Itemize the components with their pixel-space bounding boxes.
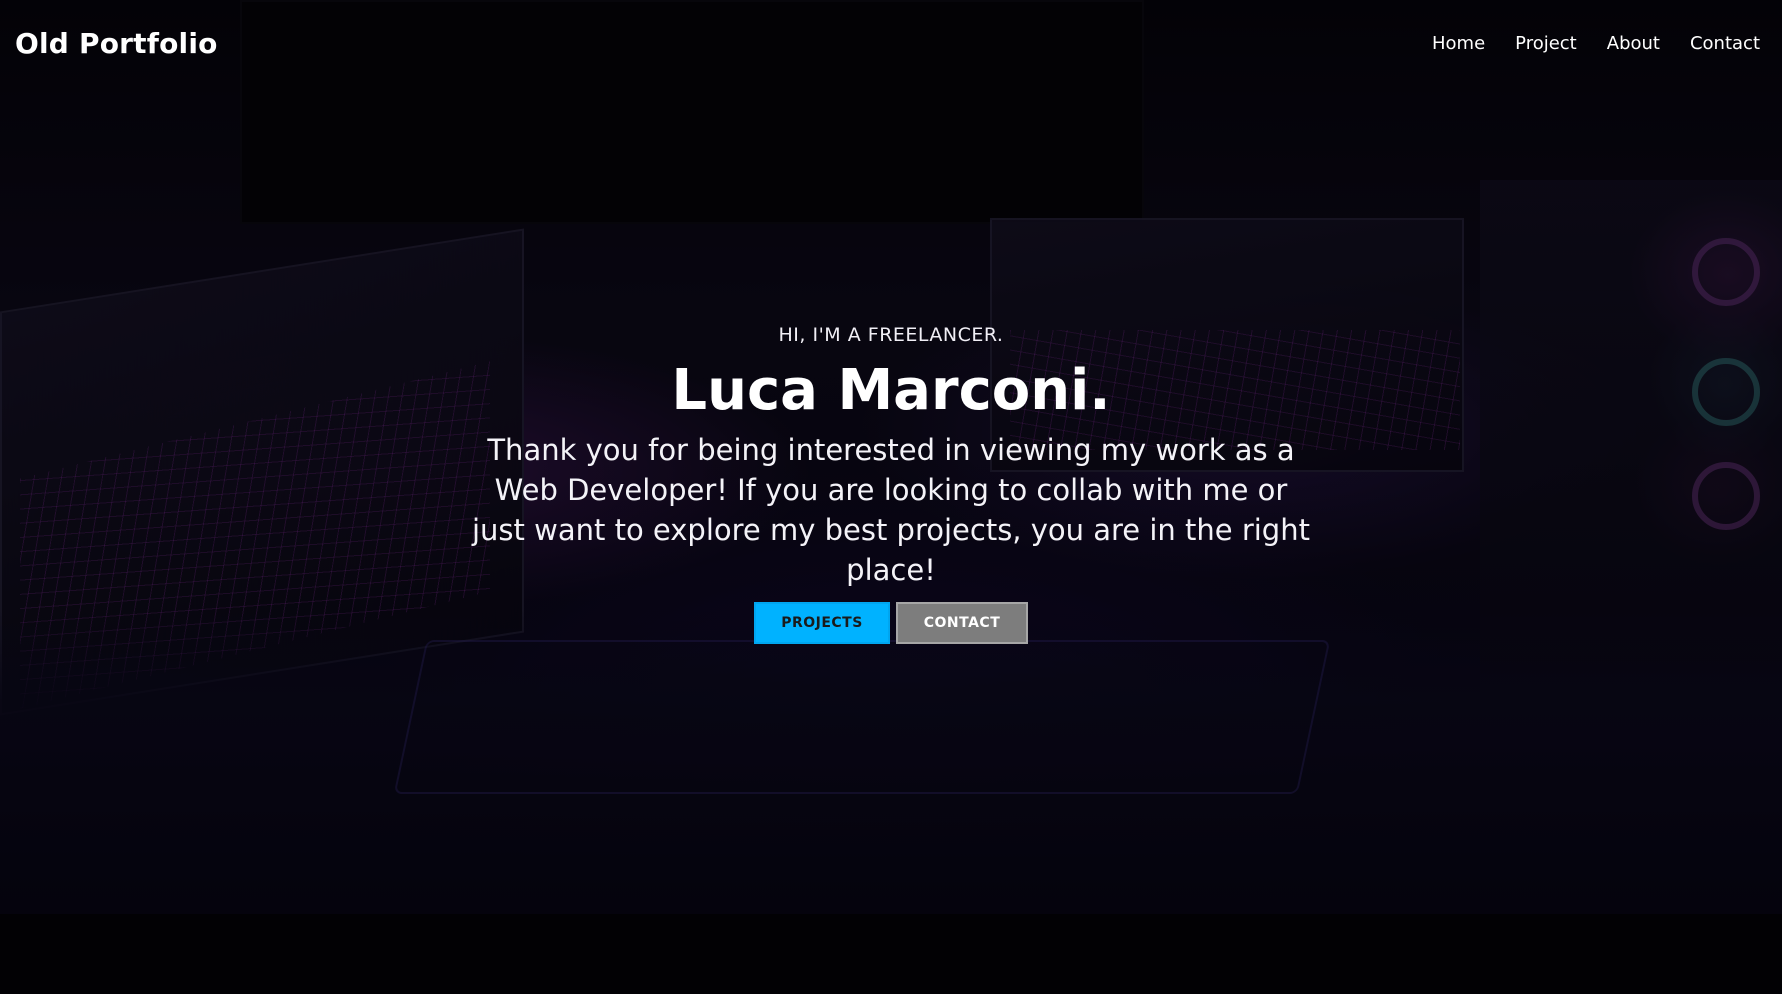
contact-button[interactable]: CONTACT — [896, 601, 1028, 644]
hero-buttons: PROJECTS CONTACT — [754, 601, 1028, 644]
portfolio-page: Old Portfolio Home Project About Contact… — [0, 0, 1782, 994]
nav-link-about[interactable]: About — [1607, 33, 1660, 54]
navbar: Old Portfolio Home Project About Contact — [0, 0, 1782, 86]
nav-link-contact[interactable]: Contact — [1690, 33, 1760, 54]
projects-button[interactable]: PROJECTS — [754, 601, 890, 644]
nav-links: Home Project About Contact — [1432, 33, 1760, 54]
page-bottom-band — [0, 914, 1782, 994]
hero-description: Thank you for being interested in viewin… — [472, 432, 1310, 587]
brand-logo[interactable]: Old Portfolio — [15, 27, 218, 60]
hero-section: HI, I'M A FREELANCER. Luca Marconi. Than… — [0, 318, 1782, 644]
nav-link-project[interactable]: Project — [1515, 33, 1577, 54]
hero-name: Luca Marconi. — [671, 358, 1111, 423]
nav-link-home[interactable]: Home — [1432, 33, 1485, 54]
hero-intro: HI, I'M A FREELANCER. — [778, 324, 1004, 346]
